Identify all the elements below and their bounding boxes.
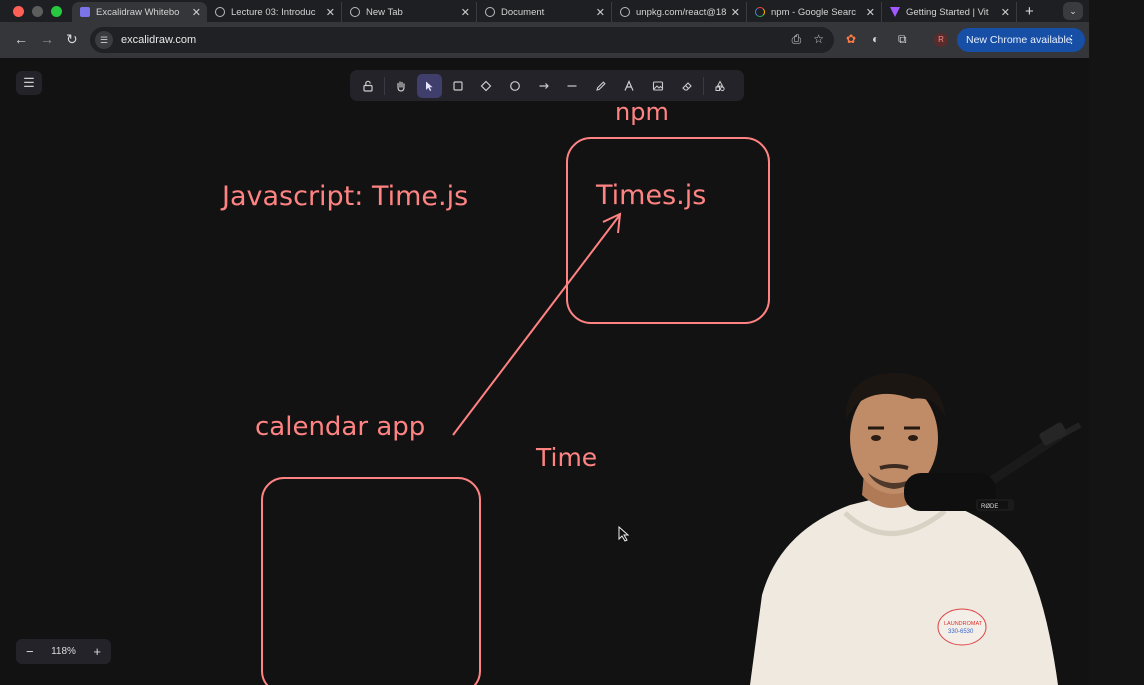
arrow-icon (539, 82, 549, 89)
image-tool[interactable] (646, 74, 671, 98)
hand-tool[interactable] (388, 74, 413, 98)
excalidraw-toolbar (350, 70, 744, 101)
rectangle-tool[interactable] (445, 74, 470, 98)
lock-tool[interactable] (355, 74, 380, 98)
arrow-tool[interactable] (531, 74, 556, 98)
times-text[interactable]: Times.js (595, 180, 706, 211)
ellipse-tool[interactable] (503, 74, 528, 98)
npm-text[interactable]: npm (615, 98, 669, 126)
right-margin (1089, 0, 1144, 685)
calendar-box[interactable] (261, 477, 481, 685)
main-menu-button[interactable]: ☰ (16, 71, 42, 95)
calendar-app-text[interactable]: calendar app (255, 412, 425, 442)
zoom-in-button[interactable]: + (93, 644, 101, 659)
zoom-level[interactable]: 118% (51, 646, 76, 657)
text-icon (624, 79, 634, 91)
webcam-overlay: RØDE LAUNDROMAT 330-6530 (750, 372, 1082, 685)
hand-icon (397, 80, 405, 92)
selection-tool[interactable] (416, 73, 442, 98)
eraser-tool[interactable] (674, 74, 699, 98)
more-tools-button[interactable] (707, 74, 732, 98)
svg-text:RØDE: RØDE (981, 504, 998, 510)
presenter-hoodie (750, 495, 1058, 685)
draw-tool[interactable] (588, 74, 613, 98)
hamburger-icon: ☰ (23, 75, 35, 90)
toolbar-divider (383, 76, 385, 95)
svg-text:330-6530: 330-6530 (948, 629, 974, 635)
image-icon (652, 80, 664, 91)
arrow-line[interactable] (452, 215, 620, 436)
time-text[interactable]: Time (535, 443, 597, 472)
shapes-icon (715, 79, 725, 91)
lock-icon (362, 80, 373, 92)
hoodie-logo-text: LAUNDROMAT (944, 621, 983, 627)
diamond-icon (481, 80, 492, 91)
javascript-text[interactable]: Javascript: Time.js (220, 181, 468, 212)
line-icon (567, 84, 577, 87)
eraser-icon (681, 81, 692, 91)
zoom-controls: − 118% + (16, 639, 111, 664)
mouse-cursor-icon (618, 525, 630, 542)
diamond-tool[interactable] (474, 74, 499, 98)
ellipse-icon (510, 80, 520, 91)
text-tool[interactable] (617, 74, 642, 98)
toolbar-divider (702, 76, 704, 95)
pointer-icon (426, 81, 433, 91)
times-box[interactable] (566, 137, 770, 324)
pencil-icon (596, 80, 606, 91)
line-tool[interactable] (560, 74, 585, 98)
zoom-out-button[interactable]: − (26, 644, 34, 659)
rectangle-icon (453, 80, 463, 91)
